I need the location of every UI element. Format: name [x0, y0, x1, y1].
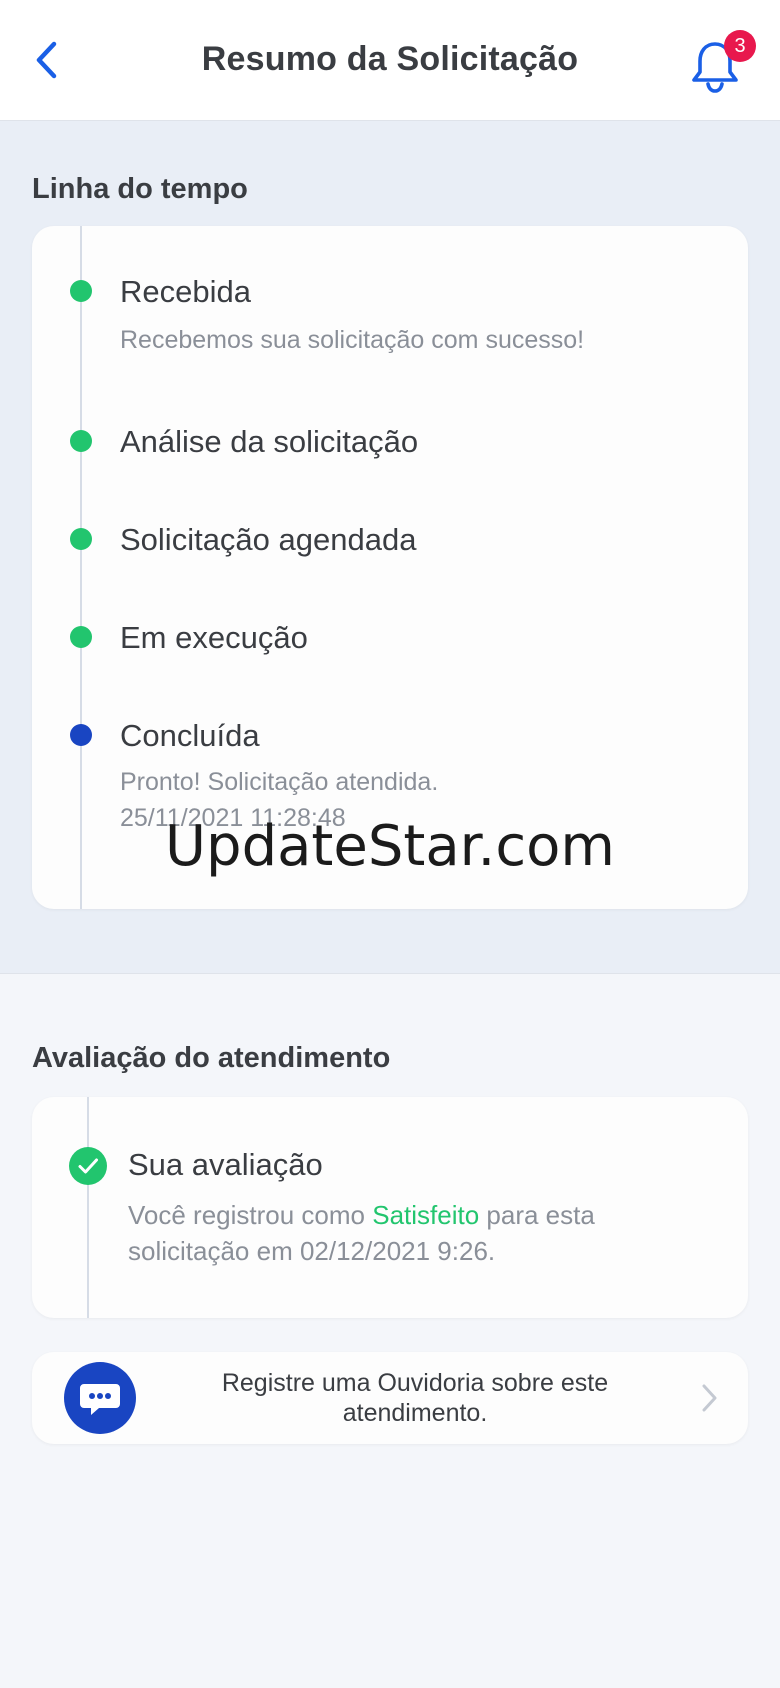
- step-title: Concluída: [120, 718, 260, 753]
- notification-badge: 3: [724, 30, 756, 62]
- timeline-section-title: Linha do tempo: [32, 173, 248, 205]
- evaluation-title: Sua avaliação: [128, 1147, 323, 1182]
- timeline-line: [87, 1097, 89, 1318]
- status-dot-done: [70, 528, 92, 550]
- watermark: UpdateStar.com: [165, 814, 615, 879]
- timeline-card: Recebida Recebemos sua solicitação com s…: [32, 226, 748, 909]
- evaluation-date-text: solicitação em 02/12/2021 9:26.: [128, 1236, 496, 1266]
- step-title: Recebida: [120, 274, 251, 309]
- status-dot-done: [70, 430, 92, 452]
- chat-bubble-icon: [64, 1362, 136, 1434]
- evaluation-description: Você registrou como Satisfeito para esta: [128, 1197, 595, 1233]
- evaluation-text-prefix: Você registrou como: [128, 1200, 373, 1230]
- status-dot-done: [70, 280, 92, 302]
- evaluation-text-suffix: para esta: [479, 1200, 595, 1230]
- step-description: Pronto! Solicitação atendida.: [120, 768, 439, 796]
- evaluation-section-title: Avaliação do atendimento: [32, 1042, 391, 1074]
- status-dot-current: [70, 724, 92, 746]
- page-title: Resumo da Solicitação: [201, 40, 579, 78]
- ombudsman-label-line2: atendimento.: [342, 1399, 488, 1427]
- step-description: Recebemos sua solicitação com sucesso!: [120, 326, 585, 354]
- evaluation-card: Sua avaliação Você registrou como Satisf…: [32, 1097, 748, 1318]
- status-dot-done: [70, 626, 92, 648]
- top-app-bar: Resumo da Solicitação 3: [0, 0, 780, 121]
- step-title: Em execução: [120, 620, 308, 655]
- step-title: Solicitação agendada: [120, 522, 417, 557]
- timeline-line: [80, 226, 82, 909]
- check-circle-icon: [69, 1147, 107, 1185]
- chevron-right-icon: [702, 1384, 717, 1412]
- ombudsman-link-card[interactable]: Registre uma Ouvidoria sobre este atendi…: [32, 1352, 748, 1444]
- rating-label: Satisfeito: [372, 1200, 480, 1230]
- ombudsman-label: Registre uma Ouvidoria sobre este atendi…: [162, 1368, 668, 1428]
- step-title: Análise da solicitação: [120, 424, 419, 459]
- ombudsman-label-line1: Registre uma Ouvidoria sobre este: [221, 1369, 609, 1397]
